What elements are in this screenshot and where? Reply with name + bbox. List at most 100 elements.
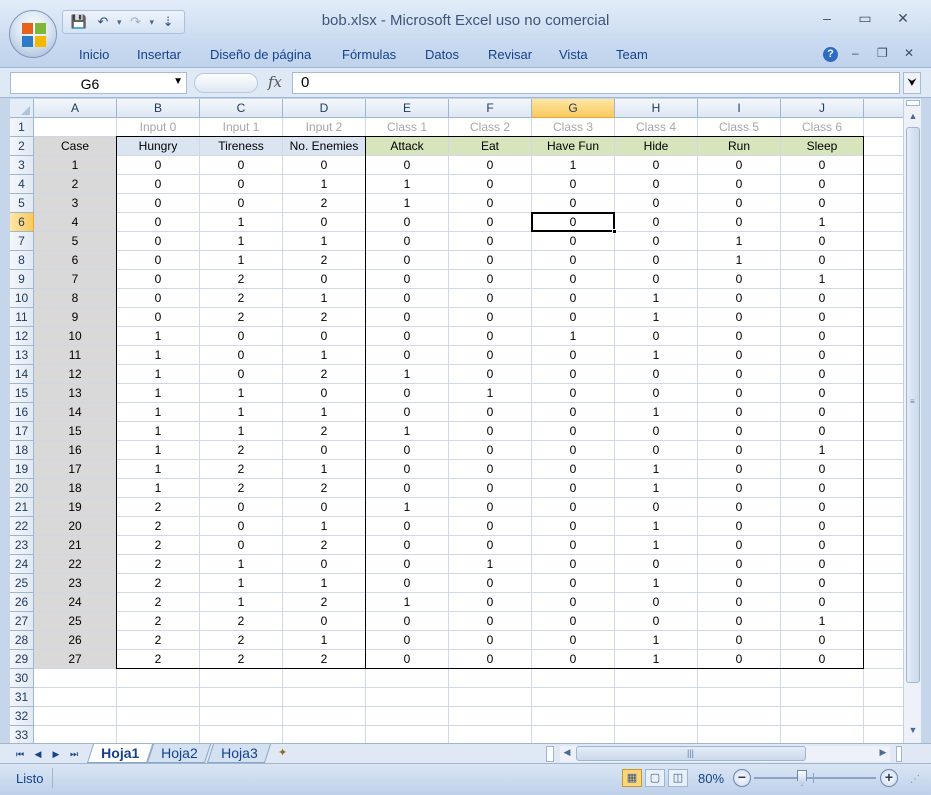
cell-j21[interactable]: 0: [781, 498, 864, 517]
cell-c22[interactable]: 0: [200, 517, 283, 536]
row-header-3[interactable]: 3: [10, 156, 34, 175]
scroll-up-icon[interactable]: ▲: [906, 109, 920, 123]
cell-a1[interactable]: [34, 118, 117, 137]
cell-g15[interactable]: 0: [532, 384, 615, 403]
cell-j30[interactable]: [781, 669, 864, 688]
cell-h20[interactable]: 1: [615, 479, 698, 498]
row-header-30[interactable]: 30: [10, 669, 34, 688]
cell-f2[interactable]: Eat: [449, 137, 532, 156]
cell-b20[interactable]: 1: [117, 479, 200, 498]
row-header-1[interactable]: 1: [10, 118, 34, 137]
cell-c6[interactable]: 1: [200, 213, 283, 232]
column-header-c[interactable]: C: [200, 99, 283, 118]
cell-k12[interactable]: [864, 327, 903, 346]
workbook-restore-button[interactable]: ❐: [877, 46, 888, 60]
cell-j15[interactable]: 0: [781, 384, 864, 403]
cell-b13[interactable]: 1: [117, 346, 200, 365]
cell-g1[interactable]: Class 3: [532, 118, 615, 137]
row-header-21[interactable]: 21: [10, 498, 34, 517]
tab-inicio[interactable]: Inicio: [79, 47, 109, 62]
cell-d2[interactable]: No. Enemies: [283, 137, 366, 156]
cell-d15[interactable]: 0: [283, 384, 366, 403]
cell-k16[interactable]: [864, 403, 903, 422]
cell-k17[interactable]: [864, 422, 903, 441]
cell-c10[interactable]: 2: [200, 289, 283, 308]
cell-b25[interactable]: 2: [117, 574, 200, 593]
cell-b32[interactable]: [117, 707, 200, 726]
tab-diseno-pagina[interactable]: Diseño de página: [210, 47, 311, 62]
cell-i13[interactable]: 0: [698, 346, 781, 365]
cell-d24[interactable]: 0: [283, 555, 366, 574]
cell-k2[interactable]: [864, 137, 903, 156]
cell-c31[interactable]: [200, 688, 283, 707]
tab-team[interactable]: Team: [616, 47, 648, 62]
cell-h9[interactable]: 0: [615, 270, 698, 289]
cell-k10[interactable]: [864, 289, 903, 308]
cell-e29[interactable]: 0: [366, 650, 449, 669]
chevron-down-icon[interactable]: ▼: [173, 76, 183, 87]
cell-a25[interactable]: 23: [34, 574, 117, 593]
cell-j5[interactable]: 0: [781, 194, 864, 213]
cell-b6[interactable]: 0: [117, 213, 200, 232]
cell-d25[interactable]: 1: [283, 574, 366, 593]
cell-a20[interactable]: 18: [34, 479, 117, 498]
cell-c24[interactable]: 1: [200, 555, 283, 574]
cell-h7[interactable]: 0: [615, 232, 698, 251]
cell-f3[interactable]: 0: [449, 156, 532, 175]
formula-bar-grip[interactable]: [194, 73, 258, 93]
name-box[interactable]: G6 ▼: [10, 72, 187, 94]
cell-b11[interactable]: 0: [117, 308, 200, 327]
cell-k19[interactable]: [864, 460, 903, 479]
cell-b14[interactable]: 1: [117, 365, 200, 384]
cell-i6[interactable]: 0: [698, 213, 781, 232]
page-break-view-button[interactable]: ◫: [668, 769, 688, 787]
cell-j13[interactable]: 0: [781, 346, 864, 365]
cell-j8[interactable]: 0: [781, 251, 864, 270]
cell-c28[interactable]: 2: [200, 631, 283, 650]
cell-g30[interactable]: [532, 669, 615, 688]
cell-e1[interactable]: Class 1: [366, 118, 449, 137]
cell-h17[interactable]: 0: [615, 422, 698, 441]
row-header-28[interactable]: 28: [10, 631, 34, 650]
zoom-out-icon[interactable]: −: [733, 769, 751, 787]
cell-a21[interactable]: 19: [34, 498, 117, 517]
cell-c26[interactable]: 1: [200, 593, 283, 612]
column-header-k[interactable]: [864, 99, 903, 118]
cell-i22[interactable]: 0: [698, 517, 781, 536]
cell-i11[interactable]: 0: [698, 308, 781, 327]
cell-b9[interactable]: 0: [117, 270, 200, 289]
cell-a13[interactable]: 11: [34, 346, 117, 365]
row-header-5[interactable]: 5: [10, 194, 34, 213]
cell-i24[interactable]: 0: [698, 555, 781, 574]
vertical-scroll-thumb[interactable]: ≡: [906, 127, 920, 683]
cell-g12[interactable]: 1: [532, 327, 615, 346]
cell-j6[interactable]: 1: [781, 213, 864, 232]
workbook-minimize-button[interactable]: –: [852, 46, 859, 60]
column-header-i[interactable]: I: [698, 99, 781, 118]
cell-f17[interactable]: 0: [449, 422, 532, 441]
cell-h29[interactable]: 1: [615, 650, 698, 669]
cell-f24[interactable]: 1: [449, 555, 532, 574]
cell-i27[interactable]: 0: [698, 612, 781, 631]
cell-b8[interactable]: 0: [117, 251, 200, 270]
scroll-down-icon[interactable]: ▼: [906, 723, 920, 737]
cell-k14[interactable]: [864, 365, 903, 384]
cell-d18[interactable]: 0: [283, 441, 366, 460]
cell-i1[interactable]: Class 5: [698, 118, 781, 137]
row-header-14[interactable]: 14: [10, 365, 34, 384]
row-header-9[interactable]: 9: [10, 270, 34, 289]
cell-i31[interactable]: [698, 688, 781, 707]
cell-g26[interactable]: 0: [532, 593, 615, 612]
cell-j18[interactable]: 1: [781, 441, 864, 460]
cell-f15[interactable]: 1: [449, 384, 532, 403]
maximize-button[interactable]: ▭: [850, 10, 880, 30]
close-button[interactable]: ✕: [888, 10, 918, 30]
cell-a29[interactable]: 27: [34, 650, 117, 669]
cell-h13[interactable]: 1: [615, 346, 698, 365]
cell-e27[interactable]: 0: [366, 612, 449, 631]
cell-c9[interactable]: 2: [200, 270, 283, 289]
column-header-j[interactable]: J: [781, 99, 864, 118]
column-header-g[interactable]: G: [532, 99, 615, 118]
row-header-27[interactable]: 27: [10, 612, 34, 631]
cell-i30[interactable]: [698, 669, 781, 688]
